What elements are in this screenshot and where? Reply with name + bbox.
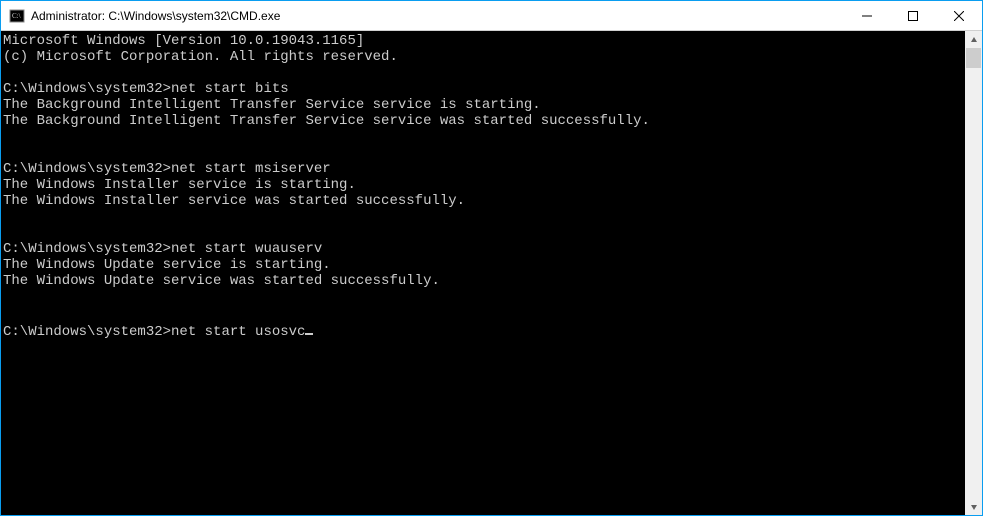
output-line: The Windows Update service was started s…: [3, 273, 965, 289]
command-line: C:\Windows\system32>net start msiserver: [3, 161, 965, 177]
command-input[interactable]: net start usosvc: [171, 324, 305, 340]
svg-text:C:\: C:\: [12, 12, 21, 20]
cmd-icon: C:\: [9, 8, 25, 24]
close-button[interactable]: [936, 1, 982, 30]
command-line: C:\Windows\system32>net start wuauserv: [3, 241, 965, 257]
vertical-scrollbar[interactable]: [965, 31, 982, 515]
cursor: [305, 321, 313, 335]
scroll-thumb[interactable]: [966, 48, 981, 68]
scroll-down-button[interactable]: [965, 498, 982, 515]
blank-line: [3, 225, 965, 241]
scroll-track[interactable]: [965, 48, 982, 498]
command-text: net start wuauserv: [171, 241, 322, 257]
current-command-line: C:\Windows\system32>net start usosvc: [3, 321, 965, 340]
header-line: Microsoft Windows [Version 10.0.19043.11…: [3, 33, 965, 49]
window-controls: [844, 1, 982, 30]
output-line: The Windows Installer service is startin…: [3, 177, 965, 193]
prompt: C:\Windows\system32>: [3, 241, 171, 257]
header-line: (c) Microsoft Corporation. All rights re…: [3, 49, 965, 65]
window-title: Administrator: C:\Windows\system32\CMD.e…: [31, 9, 280, 23]
blank-line: [3, 305, 965, 321]
output-line: The Background Intelligent Transfer Serv…: [3, 113, 965, 129]
prompt: C:\Windows\system32>: [3, 161, 171, 177]
command-text: net start msiserver: [171, 161, 331, 177]
prompt: C:\Windows\system32>: [3, 81, 171, 97]
blank-line: [3, 65, 965, 81]
command-line: C:\Windows\system32>net start bits: [3, 81, 965, 97]
minimize-button[interactable]: [844, 1, 890, 30]
cmd-window: C:\ Administrator: C:\Windows\system32\C…: [1, 1, 982, 515]
output-line: The Windows Update service is starting.: [3, 257, 965, 273]
blank-line: [3, 129, 965, 145]
command-text: net start bits: [171, 81, 289, 97]
titlebar[interactable]: C:\ Administrator: C:\Windows\system32\C…: [1, 1, 982, 31]
output-line: The Windows Installer service was starte…: [3, 193, 965, 209]
maximize-button[interactable]: [890, 1, 936, 30]
terminal-output[interactable]: Microsoft Windows [Version 10.0.19043.11…: [1, 31, 965, 515]
output-line: The Background Intelligent Transfer Serv…: [3, 97, 965, 113]
blank-line: [3, 289, 965, 305]
prompt: C:\Windows\system32>: [3, 324, 171, 340]
blank-line: [3, 209, 965, 225]
blank-line: [3, 145, 965, 161]
client-area: Microsoft Windows [Version 10.0.19043.11…: [1, 31, 982, 515]
scroll-up-button[interactable]: [965, 31, 982, 48]
